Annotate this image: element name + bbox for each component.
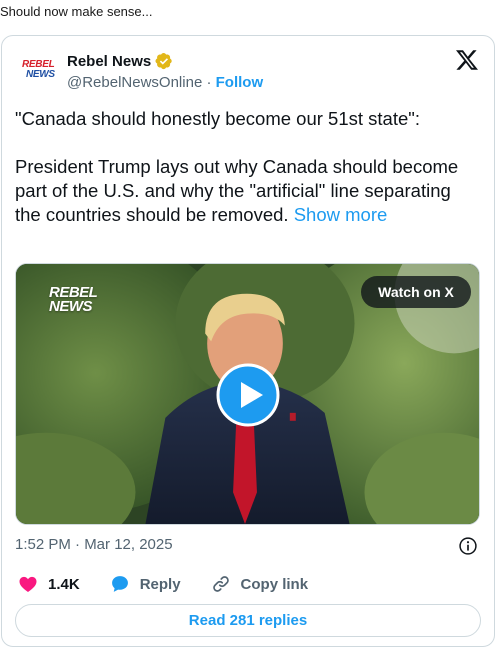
- tweet-body: President Trump lays out why Canada shou…: [15, 156, 459, 225]
- reply-button[interactable]: Reply: [110, 574, 181, 594]
- author-handle-row: @RebelNewsOnline · Follow: [67, 74, 263, 91]
- tweet-quote: "Canada should honestly become our 51st …: [15, 108, 420, 129]
- info-icon[interactable]: [458, 536, 478, 556]
- author-avatar[interactable]: REBEL NEWS: [22, 60, 58, 84]
- tweet-body-paragraph: President Trump lays out why Canada shou…: [15, 155, 477, 227]
- play-icon[interactable]: [216, 363, 280, 427]
- handle-separator: ·: [202, 74, 216, 91]
- like-button[interactable]: 1.4K: [18, 574, 80, 594]
- heart-icon: [19, 576, 37, 592]
- link-icon: [212, 576, 229, 592]
- verified-badge-icon: [155, 52, 172, 70]
- watch-on-x-button[interactable]: Watch on X: [361, 276, 471, 308]
- x-logo-icon[interactable]: [455, 48, 479, 72]
- copy-link-label: Copy link: [240, 575, 309, 593]
- speech-bubble-icon: [111, 576, 128, 592]
- video-player[interactable]: REBEL NEWS Watch on X: [15, 263, 480, 525]
- reply-label: Reply: [139, 575, 181, 593]
- read-replies-button[interactable]: Read 281 replies: [15, 604, 481, 637]
- video-watermark: REBEL NEWS: [49, 285, 98, 315]
- show-more-link[interactable]: Show more: [294, 204, 388, 225]
- tweet-text: "Canada should honestly become our 51st …: [15, 107, 477, 227]
- author-handle[interactable]: @RebelNewsOnline: [67, 74, 202, 91]
- like-count: 1.4K: [48, 575, 80, 593]
- author-name[interactable]: Rebel News: [67, 53, 151, 70]
- follow-button[interactable]: Follow: [216, 74, 264, 91]
- post-timestamp[interactable]: 1:52 PM · Mar 12, 2025: [15, 536, 173, 553]
- avatar-logo-line-2: NEWS: [26, 69, 55, 80]
- action-bar: 1.4K Reply Copy link: [18, 574, 338, 594]
- intro-text: Should now make sense...: [0, 4, 153, 19]
- watermark-line-2: NEWS: [49, 298, 93, 315]
- author-name-row[interactable]: Rebel News: [67, 52, 173, 70]
- copy-link-button[interactable]: Copy link: [211, 574, 309, 594]
